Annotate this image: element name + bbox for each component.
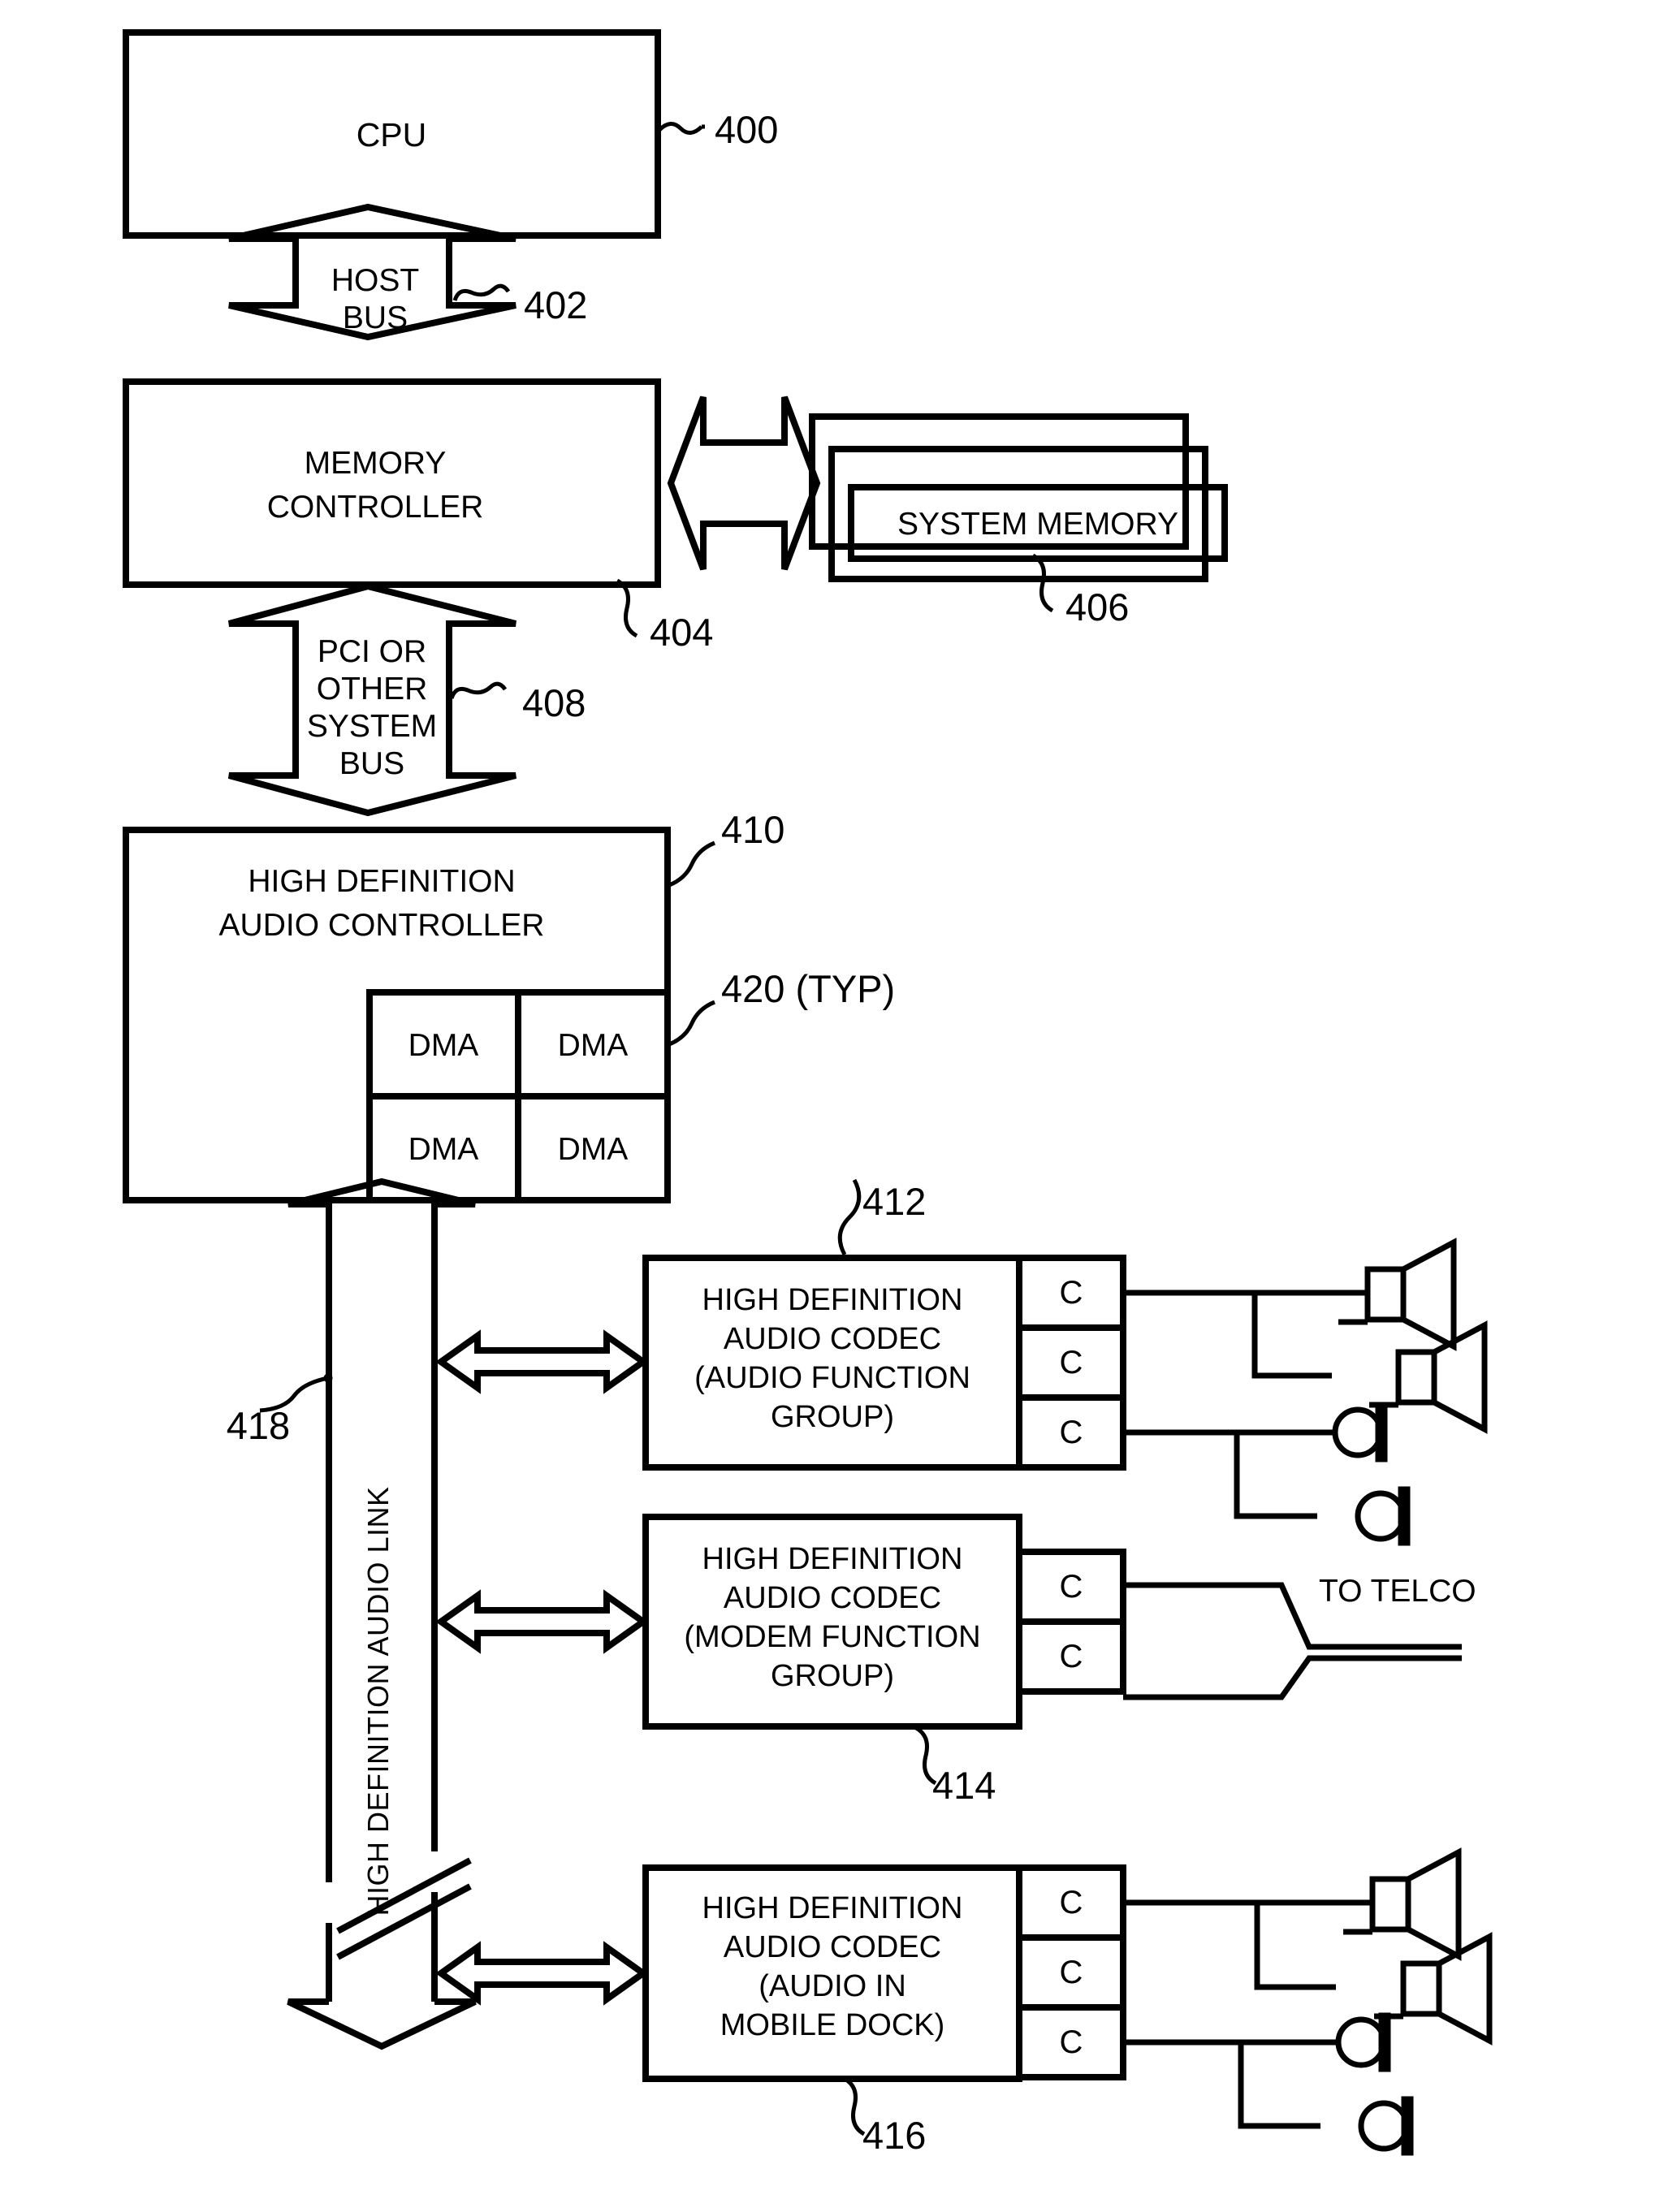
system-bus-label-1: PCI OR — [318, 634, 426, 669]
ref-420: 420 (TYP) — [721, 967, 895, 1010]
microphone-icon — [1332, 1402, 1388, 1462]
system-memory-label: SYSTEM MEMORY — [897, 507, 1178, 542]
ref-leader-406 — [1031, 553, 1054, 613]
ref-leader-410 — [668, 840, 715, 888]
codec-audio-label-4: GROUP) — [771, 1400, 894, 1434]
connector-label: C — [1060, 1569, 1083, 1605]
ref-418: 418 — [227, 1404, 290, 1447]
codec-audio-mic-wire — [1123, 1429, 1317, 1519]
hd-audio-link-label: HIGH DEFINITION AUDIO LINK — [361, 1486, 395, 1916]
ref-412: 412 — [862, 1180, 926, 1223]
host-bus-label-2: BUS — [343, 300, 408, 335]
ref-402: 402 — [524, 283, 587, 326]
microphone-icon — [1335, 2012, 1391, 2072]
ref-416: 416 — [862, 2114, 926, 2157]
codec-audio-label-1: HIGH DEFINITION — [702, 1283, 963, 1317]
link-arrow-codec-modem — [435, 1589, 649, 1654]
ref-leader-402 — [452, 283, 511, 301]
ref-leader-400 — [658, 122, 703, 135]
dma-label: DMA — [558, 1028, 629, 1063]
ref-406: 406 — [1065, 585, 1129, 629]
codec-dock-speaker-wire — [1123, 1899, 1336, 1990]
ref-leader-420 — [668, 1000, 715, 1047]
dma-label: DMA — [408, 1132, 479, 1167]
dma-label: DMA — [408, 1028, 479, 1063]
connector-label: C — [1060, 1275, 1083, 1311]
ref-414: 414 — [932, 1764, 996, 1807]
hd-audio-controller-label-2: AUDIO CONTROLLER — [219, 908, 545, 943]
link-arrow-codec-dock — [435, 1941, 649, 2006]
microphone-icon — [1358, 2096, 1414, 2156]
memory-controller-label-1: MEMORY — [305, 446, 447, 481]
codec-dock-label-4: MOBILE DOCK) — [720, 2008, 945, 2042]
memory-controller-label-2: CONTROLLER — [267, 490, 484, 525]
ref-leader-416 — [843, 2076, 866, 2136]
microphone-icon — [1355, 1486, 1411, 1546]
connector-label: C — [1060, 1955, 1083, 1990]
dma-label: DMA — [558, 1132, 629, 1167]
system-bus-label-3: SYSTEM — [307, 709, 437, 744]
connector-label: C — [1060, 1415, 1083, 1450]
telco-line-lower — [1123, 1655, 1462, 1700]
system-bus-label-4: BUS — [339, 746, 404, 781]
hd-link-arrow-head-bottom — [287, 1998, 477, 2050]
codec-dock-mic-wire — [1123, 2039, 1320, 2129]
connector-label: C — [1060, 2024, 1083, 2060]
codec-dock-label-2: AUDIO CODEC — [724, 1930, 941, 1964]
codec-dock-label-1: HIGH DEFINITION — [702, 1891, 963, 1925]
codec-audio-speaker-wire — [1123, 1290, 1332, 1379]
codec-modem-label-4: GROUP) — [771, 1659, 894, 1693]
ref-400: 400 — [715, 108, 778, 151]
hd-audio-controller-label-1: HIGH DEFINITION — [248, 864, 515, 899]
codec-modem-label-1: HIGH DEFINITION — [702, 1542, 963, 1576]
codec-dock-label-3: (AUDIO IN — [759, 1969, 906, 2003]
codec-audio-label-3: (AUDIO FUNCTION — [694, 1361, 970, 1395]
link-arrow-codec-audio — [435, 1329, 649, 1394]
system-bus-label-2: OTHER — [317, 672, 428, 706]
ref-leader-408 — [449, 681, 508, 699]
codec-audio-label-2: AUDIO CODEC — [724, 1322, 941, 1356]
hd-link-arrow-head-top — [287, 1177, 476, 1251]
ref-410: 410 — [721, 808, 784, 851]
codec-modem-label-3: (MODEM FUNCTION — [684, 1620, 980, 1654]
connector-label: C — [1060, 1639, 1083, 1674]
ref-leader-412 — [837, 1178, 862, 1256]
connector-label: C — [1060, 1885, 1083, 1920]
speaker-icon — [1374, 1932, 1493, 2046]
ref-408: 408 — [522, 681, 586, 724]
cpu-label: CPU — [357, 116, 427, 153]
diagram-svg: CPU 400 HOST BUS 402 MEMORY CONTROLLER 4… — [123, 29, 1493, 2157]
ref-leader-418-dot — [323, 1373, 333, 1383]
ref-404: 404 — [650, 611, 713, 654]
telco-label: TO TELCO — [1319, 1574, 1476, 1609]
memory-bus-arrow — [667, 395, 821, 571]
patent-figure-canvas: CPU 400 HOST BUS 402 MEMORY CONTROLLER 4… — [0, 0, 1664, 2212]
codec-modem-label-2: AUDIO CODEC — [724, 1581, 941, 1615]
memory-controller-box — [123, 378, 661, 588]
host-bus-label-1: HOST — [331, 263, 419, 298]
ref-leader-404 — [616, 578, 638, 638]
connector-label: C — [1060, 1345, 1083, 1380]
